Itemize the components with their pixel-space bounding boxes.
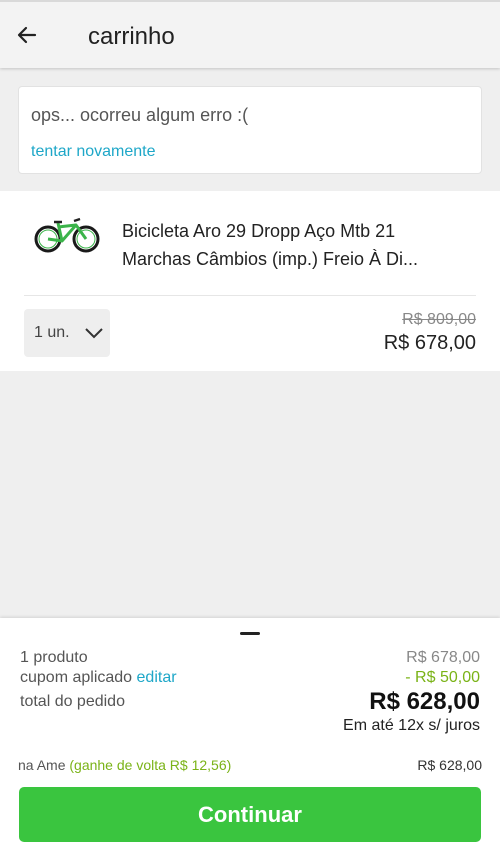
edit-coupon-link[interactable]: editar [137, 669, 177, 686]
coupon-discount: - R$ 50,00 [405, 669, 480, 686]
coupon-row: cupom aplicado editar [20, 669, 177, 687]
ame-cashback: (ganhe de volta R$ 12,56) [69, 757, 232, 773]
divider [24, 295, 476, 296]
back-button[interactable] [12, 20, 42, 50]
coupon-label: cupom aplicado [20, 669, 133, 686]
ame-value: R$ 628,00 [417, 757, 482, 773]
drag-handle[interactable] [240, 632, 260, 635]
product-name[interactable]: Bicicleta Aro 29 Dropp Aço Mtb 21 Marcha… [122, 217, 462, 273]
order-summary: 1 produto R$ 678,00 cupom aplicado edita… [0, 618, 500, 861]
error-message: ops... ocorreu algum erro :( [31, 105, 249, 125]
error-card: ops... ocorreu algum erro :( tentar nova… [18, 86, 482, 174]
product-name-line1: Bicicleta Aro 29 Dropp Aço Mtb 21 [122, 221, 396, 241]
products-count: 1 produto [20, 649, 88, 666]
product-name-line2: Marchas Câmbios (imp.) Freio À Di... [122, 249, 419, 269]
quantity-value: 1 un. [34, 324, 70, 341]
retry-link[interactable]: tentar novamente [31, 143, 156, 161]
quantity-select[interactable]: 1 un. [24, 309, 110, 357]
product-thumbnail[interactable] [32, 211, 102, 261]
ame-row: na Ame (ganhe de volta R$ 12,56) [18, 757, 231, 773]
products-subtotal: R$ 678,00 [406, 649, 480, 666]
ame-label: na Ame [18, 757, 66, 773]
cart-item: Bicicleta Aro 29 Dropp Aço Mtb 21 Marcha… [0, 191, 500, 371]
arrow-left-icon [17, 26, 37, 44]
chevron-down-icon [84, 327, 104, 339]
continue-button[interactable]: Continuar [19, 787, 481, 842]
app-header: carrinho [0, 0, 500, 68]
current-price: R$ 678,00 [383, 332, 476, 354]
total-label: total do pedido [20, 693, 125, 710]
total-value: R$ 628,00 [369, 688, 480, 715]
original-price: R$ 809,00 [402, 311, 476, 328]
page-title: carrinho [88, 23, 175, 50]
installments-info: Em até 12x s/ juros [343, 717, 480, 734]
